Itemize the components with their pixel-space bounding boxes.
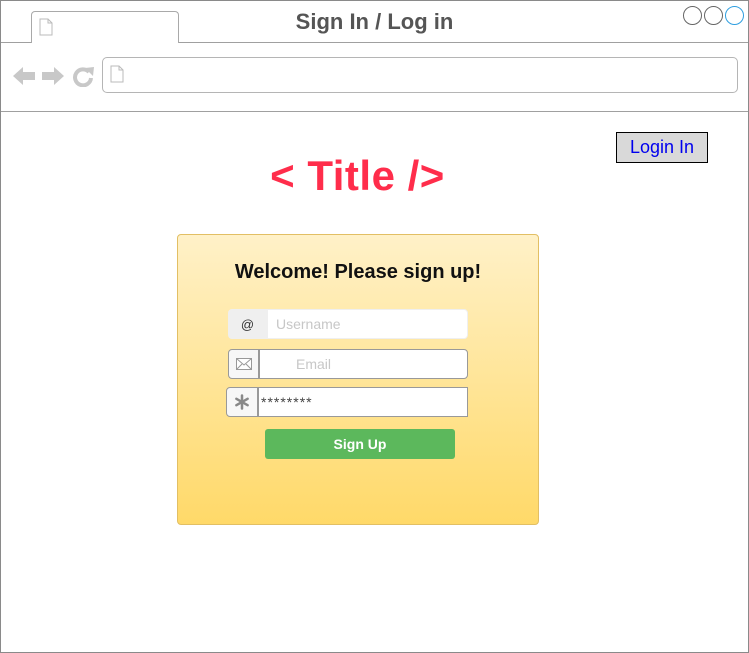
email-input[interactable] [259,349,468,379]
minimize-button[interactable] [683,6,702,25]
browser-window: Sign In / Log in Login In < Title /> Wel… [0,0,749,653]
title-bar: Sign In / Log in [1,1,748,43]
asterisk-icon [226,387,258,417]
password-input[interactable] [258,387,468,417]
back-arrow-icon[interactable] [12,65,36,87]
close-button[interactable] [725,6,744,25]
signup-heading: Welcome! Please sign up! [234,261,482,283]
envelope-icon [228,349,259,379]
address-bar[interactable] [102,57,738,93]
window-controls [683,6,744,25]
page-title: < Title /> [270,152,445,199]
email-field [228,349,468,379]
username-input[interactable] [267,309,468,339]
sign-up-button[interactable]: Sign Up [265,429,455,459]
password-field [226,387,468,417]
username-field: @ [228,309,468,339]
window-title: Sign In / Log in [295,9,454,34]
page-icon [110,65,124,83]
reload-icon[interactable] [72,65,96,87]
maximize-button[interactable] [704,6,723,25]
at-sign-icon: @ [228,309,267,339]
navigation-bar [1,43,748,112]
signup-panel: Welcome! Please sign up! @ Username Emai… [177,234,539,525]
forward-arrow-icon[interactable] [41,65,65,87]
page-content: Login In < Title /> Welcome! Please sign… [1,112,748,652]
